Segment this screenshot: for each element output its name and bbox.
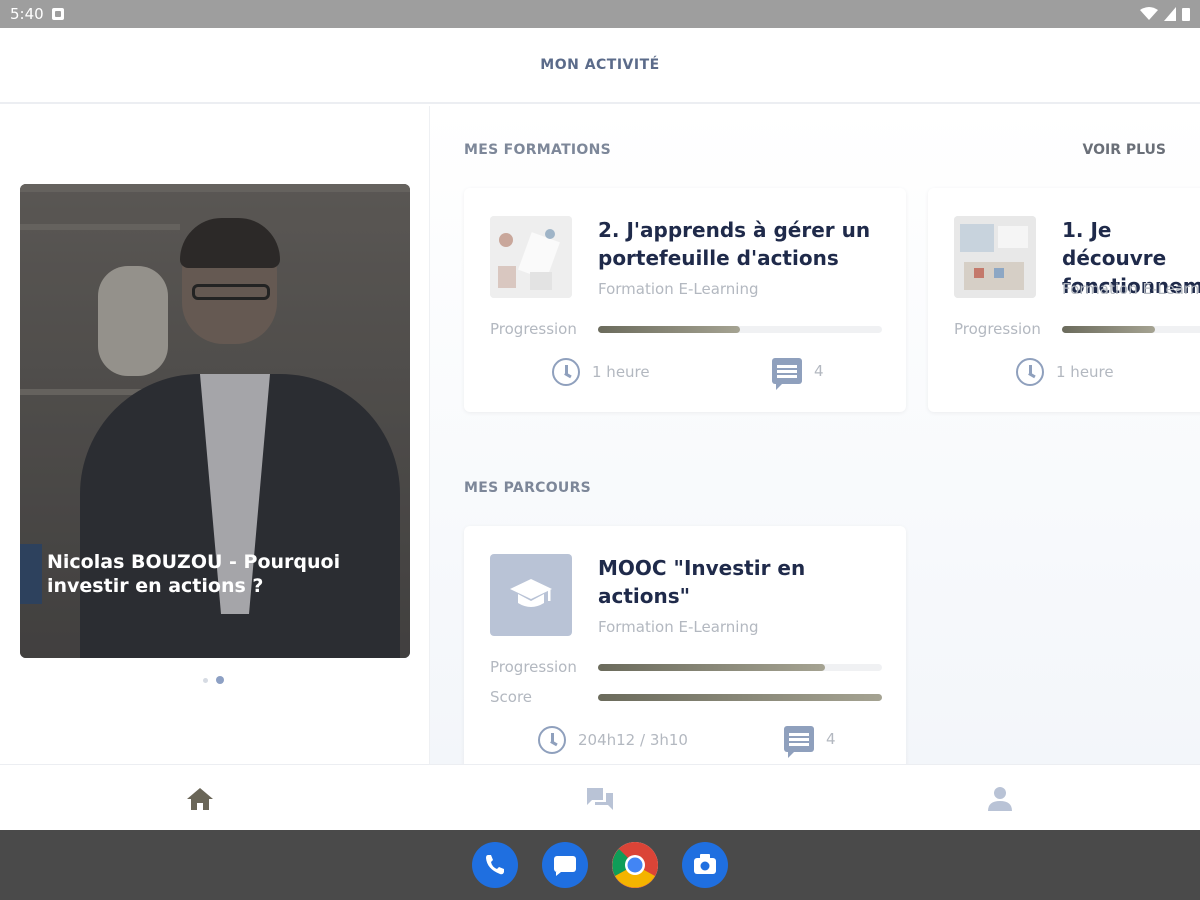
signal-icon [1164,7,1176,21]
progress-bar [598,664,882,671]
score-label: Score [490,688,533,706]
duration-text: 204h12 / 3h10 [578,731,688,749]
progress-bar-fill [598,326,740,333]
desk-image-icon [954,216,1036,298]
top-header: MON ACTIVITÉ [0,28,1200,104]
chrome-app-icon[interactable] [612,842,658,888]
score-bar-fill [598,694,882,701]
parcours-card[interactable]: MOOC "Investir en actions" Formation E-L… [464,526,906,764]
status-time: 5:40 [10,5,44,23]
camera-app-icon[interactable] [682,842,728,888]
clock-icon [552,358,580,386]
notification-icon [51,8,64,20]
clock-icon [1016,358,1044,386]
duration-text: 1 heure [1056,363,1114,381]
featured-panel: Nicolas BOUZOU - Pourquoi investir en ac… [0,106,430,764]
progress-bar [598,326,882,333]
parcours-type: Formation E-Learning [598,618,759,636]
main-content: MES FORMATIONS VOIR PLUS 2. J'apprends à… [430,106,1200,764]
nav-home-icon[interactable] [184,783,216,815]
status-indicators [1140,7,1190,21]
comments-count: 4 [814,362,824,380]
wifi-icon [1140,7,1158,20]
bottom-navigation [0,764,1200,830]
duration: 204h12 / 3h10 [538,726,688,754]
comments[interactable]: 4 [784,726,836,758]
graduation-cap-icon [510,579,552,607]
progress-label: Progression [490,320,577,338]
phone-app-icon[interactable] [472,842,518,888]
android-dock [0,830,1200,900]
progress-label: Progression [954,320,1041,338]
messages-app-icon[interactable] [542,842,588,888]
formation-thumbnail [490,216,572,298]
comment-icon [784,726,814,758]
parcours-thumbnail [490,554,572,636]
nav-profile-icon[interactable] [984,783,1016,815]
formation-card[interactable]: 1. Je découvre fonctionneme Formation E-… [928,188,1200,412]
comments-count: 4 [826,730,836,748]
carousel-dot-active[interactable] [216,676,224,684]
desk-image-icon [490,216,572,298]
featured-video-card[interactable]: Nicolas BOUZOU - Pourquoi investir en ac… [20,184,410,658]
duration: 1 heure [1016,358,1114,386]
score-bar [598,694,882,701]
page-title: MON ACTIVITÉ [540,57,660,73]
section-formations-label: MES FORMATIONS [464,142,612,158]
status-bar: 5:40 [0,0,1200,28]
comments[interactable]: 4 [772,358,824,390]
carousel-dots [203,676,224,684]
nav-messages-icon[interactable] [584,783,616,815]
duration-text: 1 heure [592,363,650,381]
progress-bar-fill [598,664,826,671]
comment-icon [772,358,802,390]
progress-bar-fill [1062,326,1155,333]
video-caption: Nicolas BOUZOU - Pourquoi investir en ac… [47,551,341,597]
progress-bar [1062,326,1200,333]
see-more-link[interactable]: VOIR PLUS [1083,142,1167,158]
formation-card[interactable]: 2. J'apprends à gérer un portefeuille d'… [464,188,906,412]
clock-icon [538,726,566,754]
formation-title: 2. J'apprends à gérer un portefeuille d'… [598,218,871,270]
parcours-title: MOOC "Investir en actions" [598,556,806,608]
formation-type: Formation E-Learning [598,280,759,298]
battery-icon [1182,8,1190,21]
formation-type: Formation E-Learn [1062,280,1200,298]
progress-label: Progression [490,658,577,676]
carousel-dot[interactable] [203,677,208,683]
duration: 1 heure [552,358,650,386]
formation-thumbnail [954,216,1036,298]
section-parcours-label: MES PARCOURS [464,480,592,496]
